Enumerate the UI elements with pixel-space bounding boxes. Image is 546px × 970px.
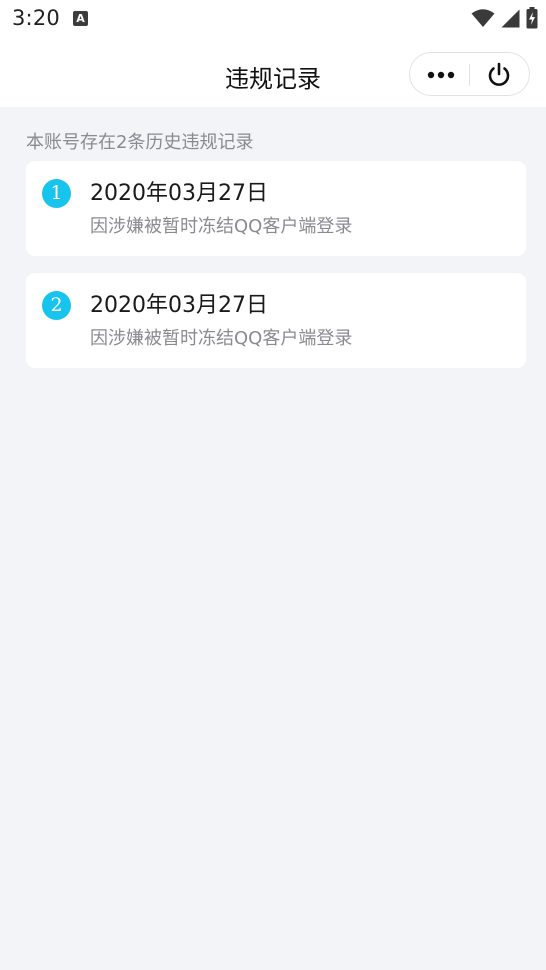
status-bar: 3:20 A [0,0,546,40]
battery-charging-icon [526,7,538,29]
record-date: 2020年03月27日 [90,293,268,318]
notification-app-icon: A [73,11,88,26]
record-date: 2020年03月27日 [90,181,268,206]
nav-bar: 违规记录 [0,40,546,107]
signal-icon [501,9,520,27]
record-index-badge: 1 [42,179,71,208]
wifi-icon [471,9,495,27]
violation-record-card: 1 2020年03月27日 因涉嫌被暂时冻结QQ客户端登录 [26,161,526,256]
status-icons [471,7,538,29]
record-index-badge: 2 [42,291,71,320]
violation-record-card: 2 2020年03月27日 因涉嫌被暂时冻结QQ客户端登录 [26,273,526,368]
record-reason: 因涉嫌被暂时冻结QQ客户端登录 [90,328,353,349]
mini-program-capsule [409,52,530,96]
more-icon[interactable] [424,61,458,89]
violation-summary: 本账号存在2条历史违规记录 [26,132,254,153]
record-reason: 因涉嫌被暂时冻结QQ客户端登录 [90,216,353,237]
power-icon[interactable] [484,61,514,89]
status-time: 3:20 [12,6,60,30]
capsule-divider [469,64,470,86]
